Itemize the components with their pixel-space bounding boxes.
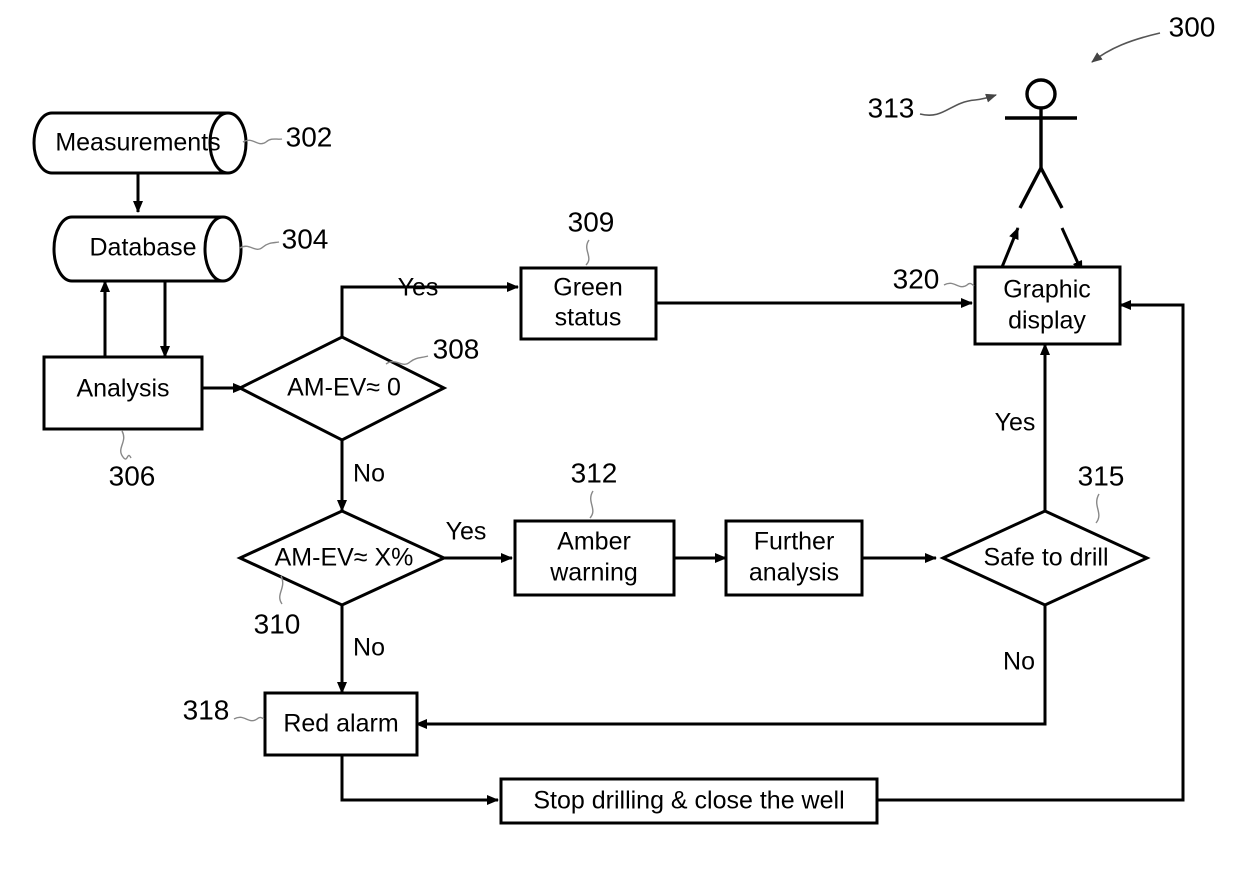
node-safe-to-drill: Safe to drill [939, 509, 1151, 607]
reference-309: 309 [568, 206, 615, 237]
node-graphic-display-label-line2: display [1008, 307, 1086, 335]
connector-safe-to-drill-no-to-red-alarm [415, 605, 1047, 729]
node-green-status: Green status [519, 266, 658, 341]
node-green-status-label-line2: status [555, 304, 622, 332]
connector-operator-to-graphic-display [1060, 227, 1084, 273]
node-decision-percent: AM-EV≈ X% [236, 509, 448, 607]
reference-302: 302 [286, 121, 333, 152]
node-amber-warning-label-line2: warning [549, 559, 638, 587]
leader-318 [233, 716, 265, 722]
stick-figure-legs-icon [1018, 164, 1064, 209]
node-red-alarm: Red alarm [263, 691, 419, 757]
node-stop-drilling: Stop drilling & close the well [499, 777, 879, 825]
leader-310 [279, 575, 284, 605]
reference-315: 315 [1078, 460, 1125, 491]
leader-306 [120, 430, 132, 460]
edge-label-decision-percent-no: No [353, 634, 385, 662]
reference-320: 320 [893, 263, 940, 294]
edge-label-safe-to-drill-yes: Yes [995, 409, 1036, 437]
node-database-label: Database [89, 234, 196, 262]
node-operator-stick-figure [1005, 78, 1077, 209]
reference-300: 300 [1169, 11, 1216, 42]
node-decision-zero-label: AM-EV≈ 0 [287, 374, 401, 402]
node-measurements-label: Measurements [55, 129, 220, 157]
node-further-analysis: Further analysis [724, 519, 864, 597]
node-green-status-label-line1: Green [553, 274, 622, 302]
node-analysis: Analysis [42, 355, 204, 431]
node-red-alarm-label: Red alarm [283, 710, 398, 738]
node-decision-percent-label: AM-EV≈ X% [275, 544, 414, 572]
leader-315 [1095, 493, 1100, 524]
reference-313: 313 [868, 92, 915, 123]
node-safe-to-drill-label: Safe to drill [983, 544, 1108, 572]
node-measurements: Measurements [32, 111, 248, 175]
leader-302 [242, 138, 283, 145]
reference-310: 310 [254, 608, 301, 639]
reference-312: 312 [571, 457, 618, 488]
node-stop-drilling-label: Stop drilling & close the well [533, 787, 844, 815]
connector-graphic-display-to-operator [998, 227, 1020, 273]
reference-306: 306 [109, 460, 156, 491]
edge-label-decision-zero-no: No [353, 460, 385, 488]
edge-label-decision-zero-yes: Yes [398, 274, 439, 302]
reference-308: 308 [433, 333, 480, 364]
leader-312 [589, 490, 594, 519]
stick-figure-head-icon [1025, 78, 1057, 110]
reference-318: 318 [183, 694, 230, 725]
node-amber-warning: Amber warning [513, 519, 676, 597]
leader-300 [1091, 32, 1161, 63]
leader-320 [943, 282, 975, 288]
node-further-analysis-label-line1: Further [754, 528, 835, 556]
leader-304 [239, 241, 280, 250]
node-graphic-display-label-line1: Graphic [1003, 276, 1091, 304]
leader-313 [919, 93, 997, 116]
node-decision-zero: AM-EV≈ 0 [236, 335, 448, 442]
node-amber-warning-label-line1: Amber [557, 528, 631, 556]
node-database: Database [52, 215, 243, 283]
edge-label-decision-percent-yes: Yes [446, 518, 487, 546]
flowchart-canvas: Measurements Database Analysis AM-EV≈ 0 … [0, 0, 1240, 870]
connector-red-alarm-to-stop-drilling [340, 755, 499, 805]
edge-label-safe-to-drill-no: No [1003, 648, 1035, 676]
reference-304: 304 [282, 223, 329, 254]
node-graphic-display: Graphic display [973, 265, 1122, 346]
node-further-analysis-label-line2: analysis [749, 559, 839, 587]
node-analysis-label: Analysis [76, 375, 169, 403]
flowchart-svg: Measurements Database Analysis AM-EV≈ 0 … [32, 11, 1216, 825]
leader-309 [585, 239, 590, 266]
